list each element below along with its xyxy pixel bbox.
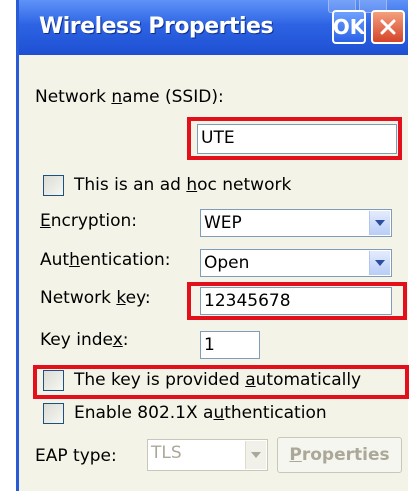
chevron-down-icon[interactable] (369, 251, 390, 275)
close-icon (380, 19, 396, 35)
network-key-input[interactable]: 12345678 (200, 287, 392, 315)
authentication-value: Open (204, 253, 250, 273)
eap-type-value: TLS (151, 443, 182, 463)
encryption-label: Encryption: (40, 211, 138, 231)
title-bar: Wireless Properties OK (19, 0, 408, 55)
key-auto-checkbox[interactable] (43, 370, 64, 391)
eap-type-label: EAP type: (35, 446, 117, 466)
authentication-label: Authentication: (40, 250, 171, 270)
dialog-title: Wireless Properties (39, 14, 274, 39)
chevron-down-icon[interactable] (369, 211, 390, 235)
eap-type-select[interactable]: TLS (147, 439, 268, 471)
key-auto-label: The key is provided automatically (74, 370, 362, 390)
close-button[interactable] (371, 10, 405, 44)
ok-button[interactable]: OK (332, 10, 366, 44)
encryption-value: WEP (204, 213, 242, 233)
network-key-label: Network key: (40, 288, 151, 308)
encryption-select[interactable]: WEP (200, 209, 392, 237)
ssid-input[interactable]: UTE (197, 124, 397, 154)
adhoc-checkbox[interactable] (43, 175, 64, 196)
key-index-label: Key index: (40, 330, 129, 350)
adhoc-label: This is an ad hoc network (74, 175, 292, 195)
wireless-properties-dialog: Wireless Properties OK Network name (SSI… (16, 0, 408, 491)
ssid-label: Network name (SSID): (35, 87, 224, 107)
properties-button[interactable]: Properties (277, 437, 402, 473)
key-index-input[interactable]: 1 (200, 331, 260, 359)
authentication-select[interactable]: Open (200, 249, 392, 277)
enable-8021x-checkbox[interactable] (43, 403, 64, 424)
chevron-down-icon[interactable] (245, 441, 266, 469)
enable-8021x-label: Enable 802.1X authentication (74, 403, 327, 423)
